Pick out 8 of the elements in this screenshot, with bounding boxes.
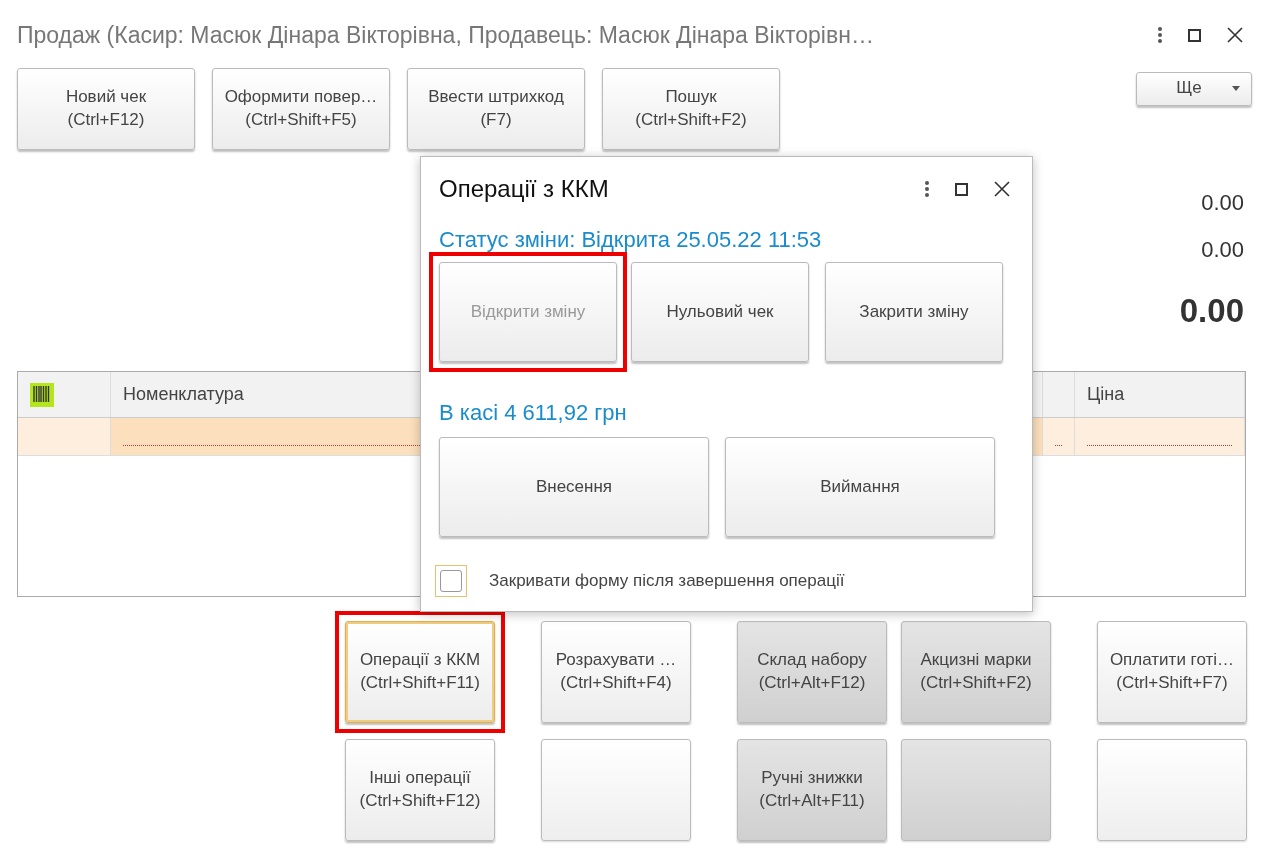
grand-total-amount: 0.00 [1179, 290, 1244, 331]
shift-status: Статус зміни: Відкрита 25.05.22 11:53 [439, 226, 823, 254]
dialog-title: Операції з ККМ [439, 174, 609, 204]
checkbox-label: Закривати форму після завершення операції [489, 570, 845, 593]
total-amount: 0.00 [1201, 235, 1244, 264]
total-amount: 0.00 [1201, 188, 1244, 217]
cash-balance: В касі 4 611,92 грн [439, 399, 628, 427]
window-title: Продаж (Касир: Масюк Дінара Вікторівна, Продавець: Масюк Дінара Вікторівн… [17, 21, 874, 50]
